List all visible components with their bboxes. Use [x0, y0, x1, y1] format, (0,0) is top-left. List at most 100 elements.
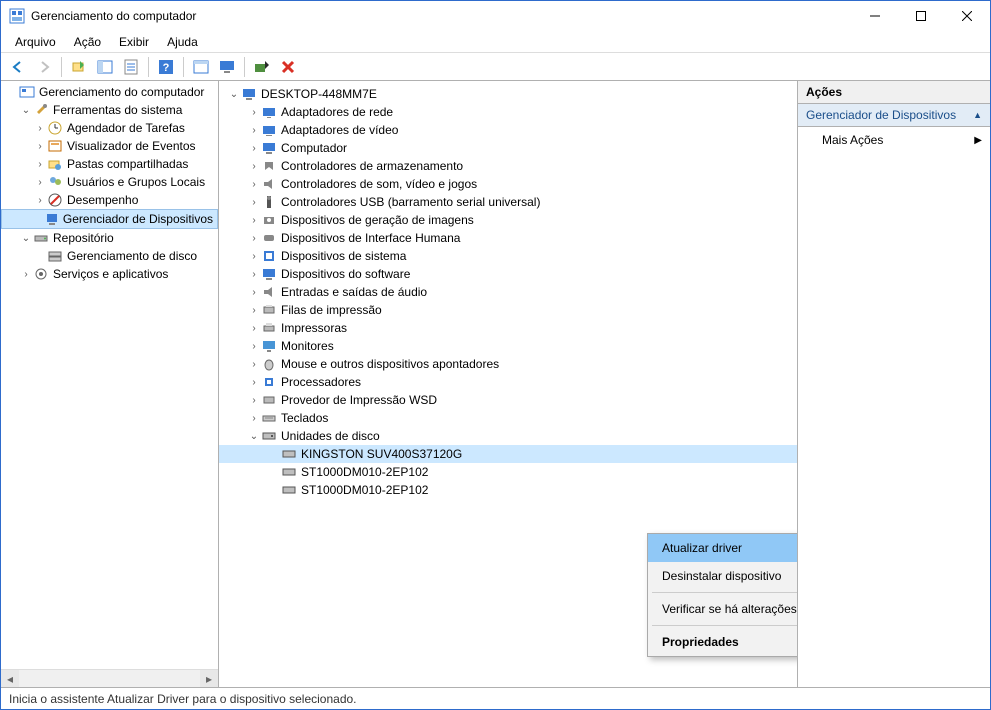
chevron-right-icon: › — [247, 143, 261, 154]
device-category[interactable]: ›Monitores — [219, 337, 797, 355]
menu-acao[interactable]: Ação — [66, 33, 109, 51]
actions-group-label: Gerenciador de Dispositivos — [806, 108, 956, 122]
uninstall-button[interactable] — [277, 56, 299, 78]
chevron-right-icon: › — [247, 377, 261, 388]
actions-group[interactable]: Gerenciador de Dispositivos ▲ — [798, 104, 990, 127]
chevron-right-icon: › — [247, 251, 261, 262]
context-menu-separator — [652, 592, 798, 593]
device-category[interactable]: ›Adaptadores de rede — [219, 103, 797, 121]
toolbar: ? — [1, 53, 990, 81]
device-category[interactable]: ›Controladores de armazenamento — [219, 157, 797, 175]
cm-update-driver[interactable]: Atualizar driver — [648, 534, 798, 562]
menu-arquivo[interactable]: Arquivo — [7, 33, 64, 51]
category-icon — [261, 338, 277, 354]
help-button[interactable]: ? — [155, 56, 177, 78]
menu-exibir[interactable]: Exibir — [111, 33, 157, 51]
category-icon — [261, 410, 277, 426]
tree-scheduler[interactable]: › Agendador de Tarefas — [1, 119, 218, 137]
tree-tools[interactable]: ⌄ Ferramentas do sistema — [1, 101, 218, 119]
submenu-icon: ▶ — [974, 135, 982, 146]
tree-event-viewer[interactable]: › Visualizador de Eventos — [1, 137, 218, 155]
disk-drive-item[interactable]: KINGSTON SUV400S37120G — [219, 445, 797, 463]
chevron-down-icon: ⌄ — [247, 431, 261, 442]
device-label: Filas de impressão — [281, 303, 382, 317]
share-icon — [47, 156, 63, 172]
category-icon — [261, 194, 277, 210]
back-button[interactable] — [7, 56, 29, 78]
device-category[interactable]: ›Dispositivos de Interface Humana — [219, 229, 797, 247]
device-category[interactable]: ›Dispositivos de geração de imagens — [219, 211, 797, 229]
tree-device-manager[interactable]: Gerenciador de Dispositivos — [1, 209, 218, 229]
tree-users-groups[interactable]: › Usuários e Grupos Locais — [1, 173, 218, 191]
chevron-right-icon: › — [33, 123, 47, 134]
device-category[interactable]: ›Dispositivos de sistema — [219, 247, 797, 265]
device-label: KINGSTON SUV400S37120G — [301, 447, 462, 461]
device-category[interactable]: ›Processadores — [219, 373, 797, 391]
device-category[interactable]: ›Dispositivos do software — [219, 265, 797, 283]
actions-more[interactable]: Mais Ações ▶ — [798, 127, 990, 153]
properties-button[interactable] — [120, 56, 142, 78]
disk-drive-item[interactable]: ST1000DM010-2EP102 — [219, 481, 797, 499]
device-category[interactable]: ›Filas de impressão — [219, 301, 797, 319]
tree-shared-folders[interactable]: › Pastas compartilhadas — [1, 155, 218, 173]
chevron-right-icon: › — [247, 269, 261, 280]
cm-scan-hardware[interactable]: Verificar se há alterações de hardware — [648, 595, 798, 623]
chevron-right-icon: › — [19, 269, 33, 280]
device-category[interactable]: ›Controladores USB (barramento serial un… — [219, 193, 797, 211]
tree-performance[interactable]: › Desempenho — [1, 191, 218, 209]
device-label: Dispositivos de geração de imagens — [281, 213, 474, 227]
device-category[interactable]: ›Controladores de som, vídeo e jogos — [219, 175, 797, 193]
body: Gerenciamento do computador ⌄ Ferramenta… — [1, 81, 990, 687]
chevron-right-icon: › — [247, 161, 261, 172]
actions-more-label: Mais Ações — [822, 133, 883, 147]
view-devices-button[interactable] — [190, 56, 212, 78]
console-tree[interactable]: Gerenciamento do computador ⌄ Ferramenta… — [1, 81, 218, 285]
chevron-down-icon: ⌄ — [19, 105, 33, 116]
device-label: Computador — [281, 141, 347, 155]
device-category[interactable]: ›Entradas e saídas de áudio — [219, 283, 797, 301]
cm-properties[interactable]: Propriedades — [648, 628, 798, 656]
tree-root[interactable]: Gerenciamento do computador — [1, 83, 218, 101]
menu-ajuda[interactable]: Ajuda — [159, 33, 206, 51]
toolbar-separator — [244, 57, 245, 77]
device-category[interactable]: › Computador — [219, 139, 797, 157]
category-icon — [261, 356, 277, 372]
menubar: Arquivo Ação Exibir Ajuda — [1, 31, 990, 53]
tree-services-apps[interactable]: › Serviços e aplicativos — [1, 265, 218, 283]
device-label: Adaptadores de rede — [281, 105, 393, 119]
device-label: Teclados — [281, 411, 328, 425]
cm-uninstall-device[interactable]: Desinstalar dispositivo — [648, 562, 798, 590]
scan-hardware-button[interactable] — [251, 56, 273, 78]
monitor-button[interactable] — [216, 56, 238, 78]
maximize-button[interactable] — [898, 1, 944, 31]
forward-button[interactable] — [33, 56, 55, 78]
device-category[interactable]: ›Teclados — [219, 409, 797, 427]
horizontal-scrollbar[interactable]: ◂ ▸ — [1, 669, 218, 687]
close-button[interactable] — [944, 1, 990, 31]
actions-header: Ações — [798, 81, 990, 104]
device-category[interactable]: ›Adaptadores de vídeo — [219, 121, 797, 139]
chevron-right-icon: › — [247, 323, 261, 334]
category-icon — [261, 122, 277, 138]
show-hide-tree-button[interactable] — [94, 56, 116, 78]
device-category[interactable]: ›Mouse e outros dispositivos apontadores — [219, 355, 797, 373]
device-category[interactable]: ›Provedor de Impressão WSD — [219, 391, 797, 409]
device-tree[interactable]: ⌄ DESKTOP-448MM7E ›Adaptadores de rede›A… — [219, 81, 797, 503]
device-label: Monitores — [281, 339, 334, 353]
disk-drive-item[interactable]: ST1000DM010-2EP102 — [219, 463, 797, 481]
scroll-left-icon[interactable]: ◂ — [1, 670, 19, 687]
up-button[interactable] — [68, 56, 90, 78]
device-label: Controladores de som, vídeo e jogos — [281, 177, 477, 191]
minimize-button[interactable] — [852, 1, 898, 31]
tree-storage[interactable]: ⌄ Repositório — [1, 229, 218, 247]
category-icon — [261, 176, 277, 192]
services-icon — [33, 266, 49, 282]
tree-disk-mgmt[interactable]: Gerenciamento de disco — [1, 247, 218, 265]
device-category[interactable]: ›Impressoras — [219, 319, 797, 337]
device-tree-pane: ⌄ DESKTOP-448MM7E ›Adaptadores de rede›A… — [219, 81, 798, 687]
disk-icon — [281, 464, 297, 480]
context-menu-separator — [652, 625, 798, 626]
scroll-right-icon[interactable]: ▸ — [200, 670, 218, 687]
device-category-disks[interactable]: ⌄ Unidades de disco — [219, 427, 797, 445]
device-root[interactable]: ⌄ DESKTOP-448MM7E — [219, 85, 797, 103]
